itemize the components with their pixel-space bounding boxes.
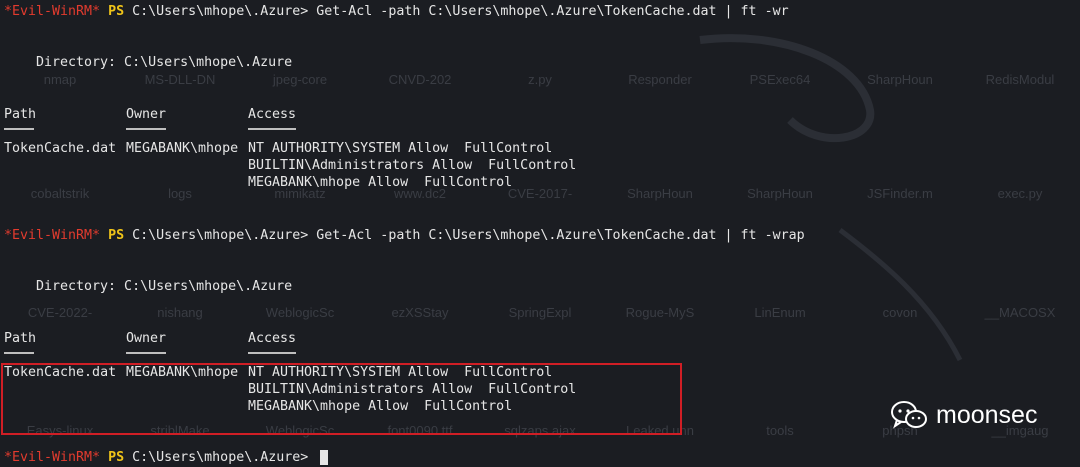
row-owner: MEGABANK\mhope	[126, 141, 239, 156]
column-header-access: Access	[248, 107, 297, 122]
prompt-tag: *Evil-WinRM*	[4, 4, 101, 19]
watermark-text: moonsec	[936, 400, 1038, 429]
column-header-owner: Owner	[126, 107, 167, 122]
header-underline	[126, 352, 166, 354]
column-header-path: Path	[4, 107, 37, 122]
desktop-icon-label: SharpHoun	[747, 186, 813, 201]
watermark: moonsec	[890, 400, 1037, 430]
desktop-icon-label: WeblogicSc	[265, 305, 335, 320]
command-text: Get-Acl -path C:\Users\mhope\.Azure\Toke…	[316, 4, 789, 19]
desktop-icon-label: CNVD-202	[388, 72, 452, 87]
command-line[interactable]: *Evil-WinRM* PS C:\Users\mhope\.Azure>	[4, 449, 308, 467]
command-line: *Evil-WinRM* PS C:\Users\mhope\.Azure> G…	[4, 3, 789, 21]
desktop-icon-label: SharpHoun	[627, 186, 693, 201]
desktop-icons-row: cobaltstrik logs mimikatz www.dc2 CVE-20…	[0, 186, 1080, 201]
desktop-icon-label: ezXSStay	[391, 305, 449, 320]
header-underline	[126, 128, 166, 130]
desktop-icon-label: CVE-2022-	[27, 305, 93, 320]
column-header-access: Access	[248, 331, 297, 346]
row-path: TokenCache.dat	[4, 141, 117, 156]
desktop-icon-label: Rogue-MyS	[625, 305, 695, 320]
desktop-icon-label: nishang	[157, 305, 203, 320]
wechat-icon	[891, 401, 927, 429]
desktop-icons-row: nmap MS-DLL-DN jpeg-core CNVD-202 z.py R…	[0, 72, 1080, 87]
highlight-box	[1, 363, 682, 435]
column-header-path: Path	[4, 331, 37, 346]
desktop-icon-label: SpringExpl	[508, 305, 572, 320]
prompt-path: C:\Users\mhope\.Azure>	[132, 228, 309, 243]
row-access-entry: MEGABANK\mhope Allow FullControl	[248, 175, 513, 190]
header-underline	[4, 352, 34, 354]
desktop-icons-row: CVE-2022- nishang WeblogicSc ezXSStay Sp…	[0, 305, 1080, 320]
row-access-entry: BUILTIN\Administrators Allow FullControl	[248, 158, 577, 173]
desktop-icon-label: JSFinder.m	[867, 186, 933, 201]
header-underline	[4, 128, 34, 130]
command-text: Get-Acl -path C:\Users\mhope\.Azure\Toke…	[316, 228, 805, 243]
terminal-window[interactable]: nmap MS-DLL-DN jpeg-core CNVD-202 z.py R…	[0, 0, 1080, 465]
desktop-icon-label: logs	[168, 186, 192, 201]
prompt-path: C:\Users\mhope\.Azure>	[132, 4, 309, 19]
directory-line: Directory: C:\Users\mhope\.Azure	[36, 55, 293, 70]
desktop-icon-label: MS-DLL-DN	[144, 72, 216, 87]
desktop-icon-label: covon	[882, 305, 918, 320]
desktop-icon-label: RedisModul	[985, 72, 1055, 87]
row-access-entry: NT AUTHORITY\SYSTEM Allow FullControl	[248, 141, 553, 156]
prompt-ps: PS	[108, 4, 125, 19]
desktop-icon-label: SharpHoun	[867, 72, 933, 87]
column-header-owner: Owner	[126, 331, 167, 346]
desktop-icon-label: exec.py	[997, 186, 1043, 201]
desktop-icon-label: jpeg-core	[272, 72, 328, 87]
desktop-icon-label: z.py	[528, 72, 552, 87]
desktop-icon-label: cobaltstrik	[30, 186, 90, 201]
prompt-ps: PS	[108, 228, 125, 243]
desktop-icon-label: LinEnum	[754, 305, 806, 320]
desktop-icon-label: Responder	[628, 72, 692, 87]
desktop-icon-label: __MACOSX	[984, 305, 1056, 320]
command-line: *Evil-WinRM* PS C:\Users\mhope\.Azure> G…	[4, 227, 805, 245]
directory-line: Directory: C:\Users\mhope\.Azure	[36, 279, 293, 294]
header-underline	[248, 128, 296, 130]
desktop-icon-label: PSExec64	[749, 72, 811, 87]
desktop-icon-label: tools	[766, 423, 794, 438]
header-underline	[248, 352, 296, 354]
desktop-icon-label: nmap	[43, 72, 77, 87]
prompt-tag: *Evil-WinRM*	[4, 228, 101, 243]
